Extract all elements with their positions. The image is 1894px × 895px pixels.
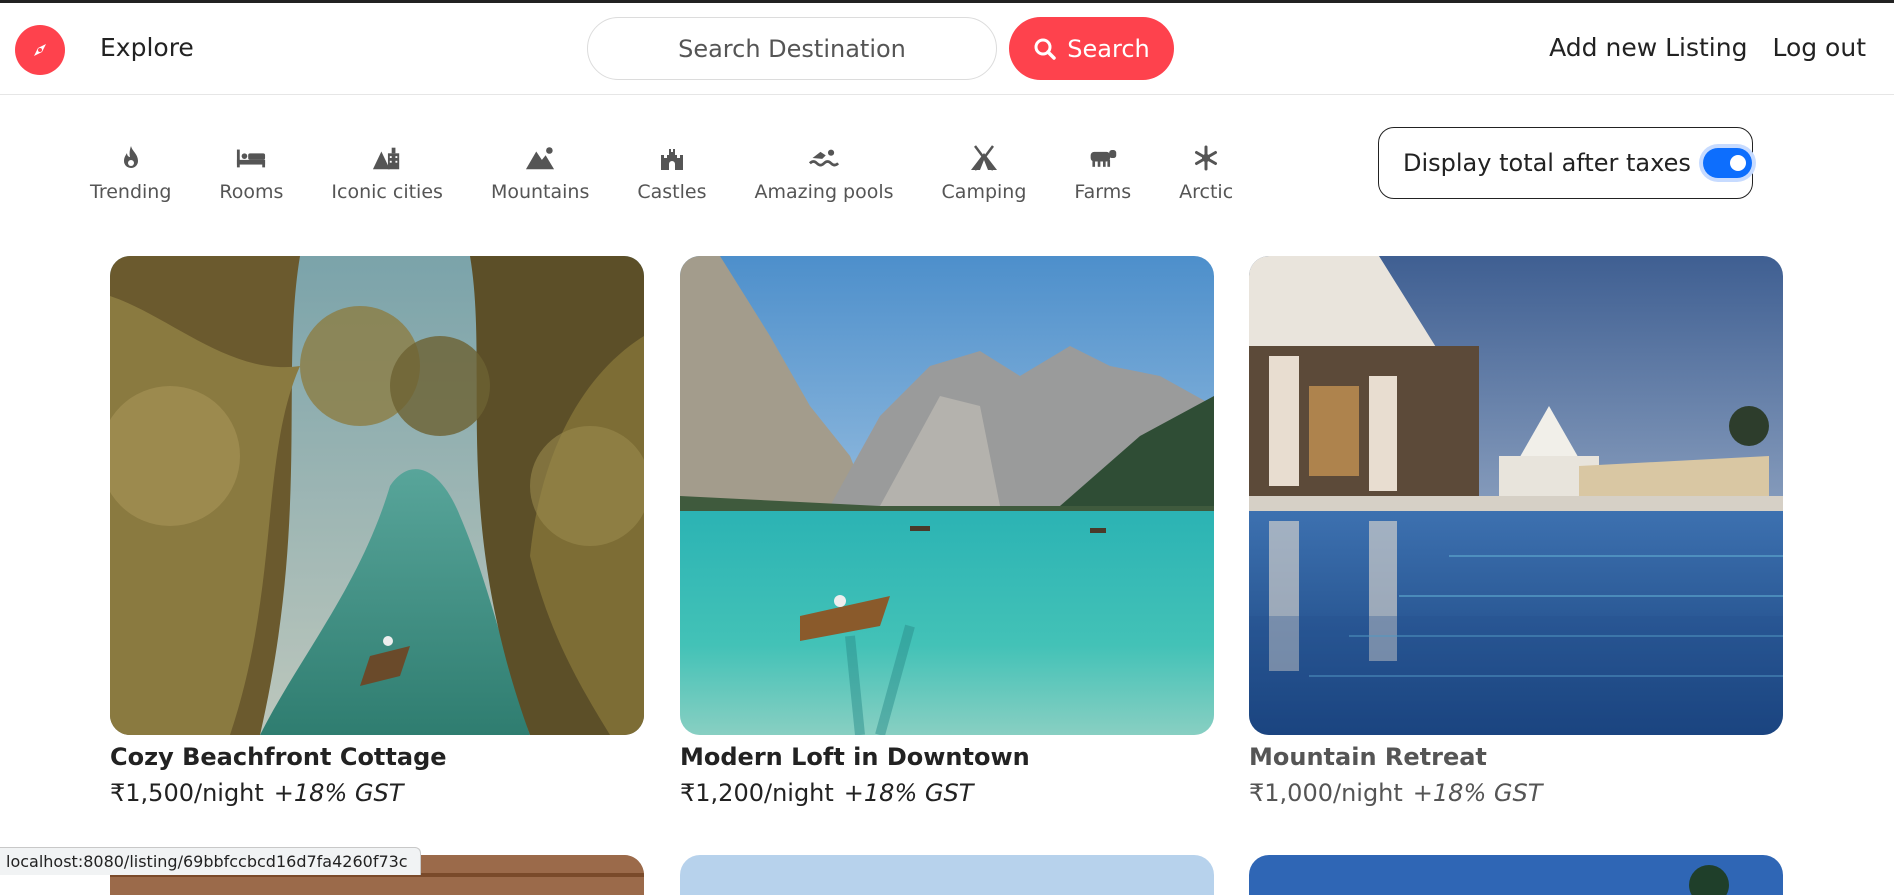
listing-price-amount: ₹1,200/night [680,779,834,807]
tax-toggle-label: Display total after taxes [1403,149,1691,177]
filter-label: Mountains [490,181,590,203]
log-out-link[interactable]: Log out [1772,33,1866,62]
listing-card[interactable]: Mountain Retreat ₹1,000/night +18% GST [1249,256,1783,807]
search-icon [1034,38,1057,60]
snowflake-icon [1191,143,1221,173]
filter-label: Amazing pools [754,181,894,203]
filter-mountains[interactable]: Mountains [491,143,589,203]
listing-title: Mountain Retreat [1249,743,1487,771]
browser-status-url: localhost:8080/listing/69bbfccbcd16d7fa4… [0,847,421,875]
bed-icon [236,143,266,173]
tax-toggle: Display total after taxes [1378,127,1753,199]
compass-icon [34,44,46,56]
listing-price-amount: ₹1,500/night [110,779,264,807]
filter-label: Camping [941,181,1027,203]
filter-iconic-cities[interactable]: Iconic cities [331,143,443,203]
search-destination-input[interactable] [587,17,997,80]
listing-price: ₹1,200/night +18% GST [680,779,1214,807]
listing-tax-note: +18% GST [1412,779,1543,807]
filter-label: Arctic [1179,181,1234,203]
logo-compass-icon[interactable] [15,25,65,75]
fire-icon [116,143,146,173]
listing-image-tropical-river [110,256,644,735]
listing-price: ₹1,500/night +18% GST [110,779,644,807]
tax-toggle-switch[interactable] [1702,148,1752,178]
listing-image-partial [1249,855,1783,895]
listing-image-resort-pool [1249,256,1783,735]
listing-tax-note: +18% GST [273,779,404,807]
filter-rooms[interactable]: Rooms [219,143,283,203]
filter-label: Castles [637,181,707,203]
tent-icon [969,143,999,173]
cow-icon [1088,143,1118,173]
listing-image-mountain-lake [680,256,1214,735]
listing-tax-note: +18% GST [843,779,974,807]
filter-arctic[interactable]: Arctic [1179,143,1233,203]
listing-image-partial [680,855,1214,895]
listing-card[interactable]: Modern Loft in Downtown ₹1,200/night +18%… [680,256,1214,807]
nav-right-links: Add new Listing Log out [1549,33,1866,62]
filter-trending[interactable]: Trending [90,143,171,203]
search-button-label: Search [1067,34,1150,63]
search-button[interactable]: Search [1009,17,1174,80]
filter-label: Trending [90,181,172,203]
listing-card-partial[interactable] [1249,855,1783,895]
listing-title: Modern Loft in Downtown [680,743,1030,771]
filter-camping[interactable]: Camping [941,143,1027,203]
listing-price: ₹1,000/night +18% GST [1249,779,1783,807]
filter-label: Iconic cities [331,181,443,203]
listing-card[interactable]: Cozy Beachfront Cottage ₹1,500/night +18%… [110,256,644,807]
listing-title: Cozy Beachfront Cottage [110,743,447,771]
swimmer-icon [809,143,840,173]
listing-card-partial[interactable] [680,855,1214,895]
filter-farms[interactable]: Farms [1074,143,1131,203]
filter-label: Rooms [219,181,284,203]
filter-label: Farms [1074,181,1132,203]
castle-icon [657,143,687,173]
listing-price-amount: ₹1,000/night [1249,779,1403,807]
switch-knob [1730,155,1746,171]
category-filters: Trending Rooms Iconic cities Mountains C… [90,143,1281,203]
navbar: Explore Search Add new Listing Log out [0,3,1894,95]
mountain-icon [525,143,555,173]
nav-explore-link[interactable]: Explore [100,33,194,62]
city-icon [372,143,402,173]
filter-amazing-pools[interactable]: Amazing pools [755,143,894,203]
filter-castles[interactable]: Castles [637,143,707,203]
add-new-listing-link[interactable]: Add new Listing [1549,33,1747,62]
